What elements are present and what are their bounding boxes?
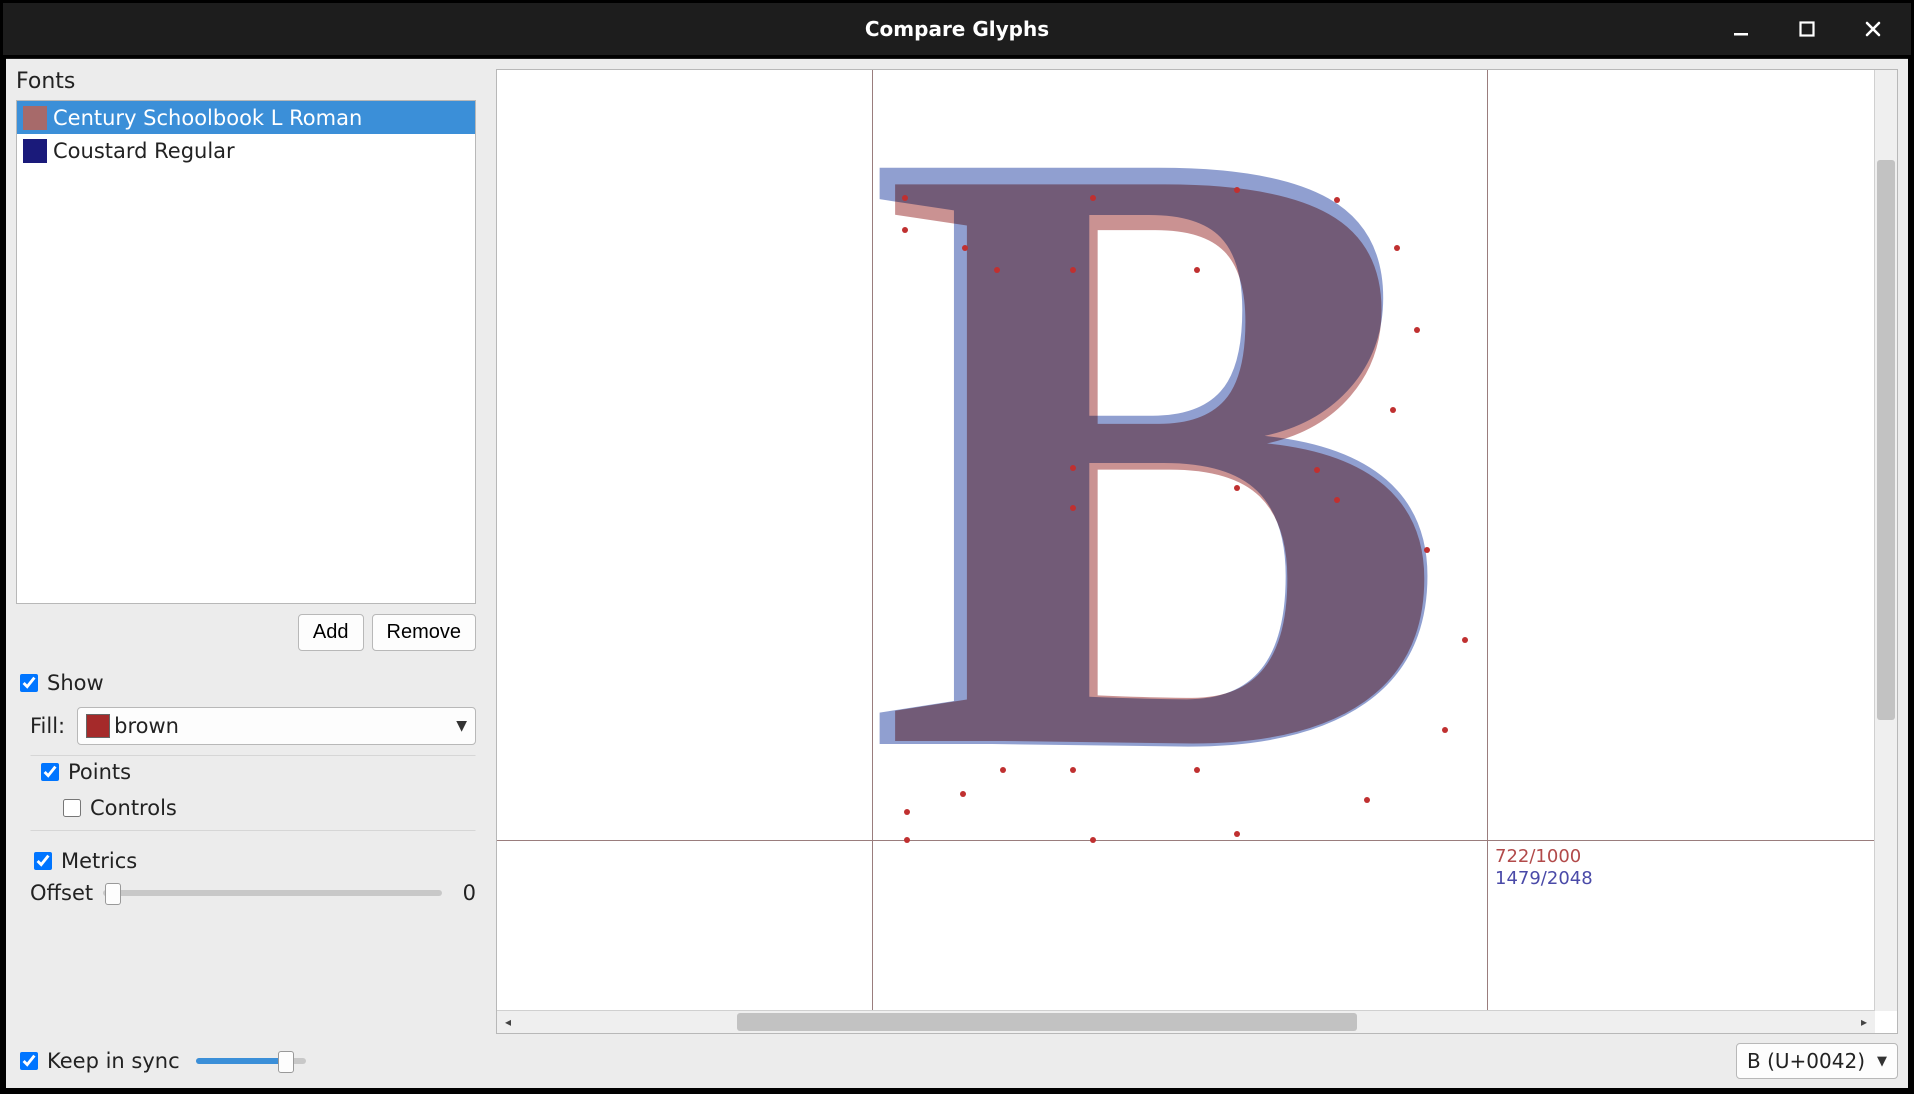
chevron-down-icon: ▼ [456,718,467,734]
add-button[interactable]: Add [298,614,364,651]
offset-slider[interactable] [103,890,442,896]
chevron-down-icon: ▼ [1877,1054,1887,1069]
points-overlay [497,70,1867,970]
window-title: Compare Glyphs [3,17,1911,41]
sync-slider[interactable] [196,1058,306,1064]
maximize-button[interactable] [1791,13,1823,45]
maximize-icon [1799,21,1815,37]
sync-slider-thumb[interactable] [278,1051,294,1073]
metric-width-2: 1479/2048 [1495,868,1593,889]
vscroll-thumb[interactable] [1877,160,1895,720]
offset-label: Offset [30,881,93,905]
bottom-bar: Keep in sync B (U+0042) ▼ [16,1040,1898,1082]
show-checkbox-input[interactable] [20,674,38,692]
close-icon [1864,20,1882,38]
content: Fonts Century Schoolbook L Roman Coustar… [16,69,1898,1082]
font-name: Coustard Regular [53,139,235,163]
font-list-item[interactable]: Century Schoolbook L Roman [17,101,475,134]
close-button[interactable] [1857,13,1889,45]
glyph-canvas[interactable]: B B [497,70,1875,1011]
keep-in-sync-label: Keep in sync [47,1049,180,1073]
horizontal-scrollbar[interactable]: ◂ ▸ [497,1010,1875,1033]
window-controls [1725,3,1907,55]
glyph-select[interactable]: B (U+0042) ▼ [1736,1043,1898,1079]
scroll-right-icon[interactable]: ▸ [1853,1011,1875,1033]
controls-checkbox[interactable]: Controls [59,796,475,820]
fill-swatch [86,714,110,738]
points-label: Points [68,760,131,784]
keep-in-sync-input[interactable] [20,1052,38,1070]
glyph-canvas-panel: B B [496,69,1898,1034]
keep-in-sync-checkbox[interactable]: Keep in sync [16,1049,180,1073]
minimize-button[interactable] [1725,13,1757,45]
offset-value: 0 [452,881,476,905]
points-checkbox[interactable]: Points [37,760,475,784]
scroll-left-icon[interactable]: ◂ [497,1011,519,1033]
fill-value: brown [114,714,179,738]
vertical-scrollbar[interactable] [1874,70,1897,1011]
metrics-checkbox-input[interactable] [34,852,52,870]
font-name: Century Schoolbook L Roman [53,106,362,130]
font-buttons: Add Remove [16,614,476,651]
remove-button[interactable]: Remove [372,614,476,651]
points-checkbox-input[interactable] [41,763,59,781]
window: Compare Glyphs Fonts Century Schoolbook … [0,0,1914,1094]
controls-label: Controls [90,796,177,820]
metrics-checkbox[interactable]: Metrics [30,849,476,873]
metrics-label: Metrics [61,849,137,873]
show-label: Show [47,671,104,695]
font-swatch [23,106,47,130]
left-panel: Fonts Century Schoolbook L Roman Coustar… [16,69,476,1034]
controls-checkbox-input[interactable] [63,799,81,817]
hscroll-thumb[interactable] [737,1013,1357,1031]
fill-combo[interactable]: brown ▼ [77,707,476,745]
font-swatch [23,139,47,163]
client-area: Fonts Century Schoolbook L Roman Coustar… [6,58,1908,1088]
offset-slider-thumb[interactable] [105,883,121,905]
metric-width-1: 722/1000 [1495,846,1581,867]
glyph-select-value: B (U+0042) [1747,1049,1865,1073]
minimize-icon [1732,20,1750,38]
font-list-item[interactable]: Coustard Regular [17,134,475,167]
font-list[interactable]: Century Schoolbook L Roman Coustard Regu… [16,100,476,604]
fonts-label: Fonts [16,69,476,94]
show-checkbox[interactable]: Show [16,671,476,695]
titlebar[interactable]: Compare Glyphs [3,3,1911,55]
fill-label: Fill: [30,714,65,738]
